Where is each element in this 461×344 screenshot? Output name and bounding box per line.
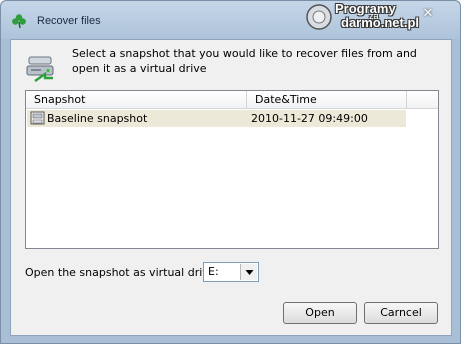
watermark-text-1: Programy xyxy=(335,1,396,16)
dropdown-button[interactable] xyxy=(240,264,257,280)
recover-files-window: Recover files Programy za darmo.net.pl ✕… xyxy=(0,0,461,344)
snapshot-list[interactable]: Snapshot Date&Time Baseline snapshot 201… xyxy=(25,90,439,249)
column-header-filler xyxy=(407,91,438,109)
close-button[interactable]: ✕ xyxy=(419,7,437,21)
snapshot-drive-icon xyxy=(30,111,45,125)
drive-recover-icon xyxy=(26,56,54,82)
column-header-datetime[interactable]: Date&Time xyxy=(247,91,407,109)
drive-select[interactable]: E: xyxy=(203,262,259,282)
row-datetime: 2010-11-27 09:49:00 xyxy=(251,112,368,125)
drive-label: Open the snapshot as virtual drive: xyxy=(25,266,220,279)
dialog-body: Select a snapshot that you would like to… xyxy=(10,39,452,336)
watermark-logo-icon xyxy=(306,4,332,30)
open-button[interactable]: Open xyxy=(283,302,357,324)
row-snapshot-name: Baseline snapshot xyxy=(47,112,148,125)
title-bar: Recover files Programy za darmo.net.pl ✕ xyxy=(1,1,460,39)
watermark: Programy za darmo.net.pl xyxy=(303,1,461,35)
cancel-button[interactable]: Carncel xyxy=(364,302,438,324)
watermark-text-3: darmo.net.pl xyxy=(341,15,420,30)
window-title: Recover files xyxy=(37,15,101,27)
triangle-down-icon xyxy=(245,270,254,275)
clover-icon xyxy=(12,14,26,29)
drive-value: E: xyxy=(208,265,219,278)
column-header-snapshot[interactable]: Snapshot xyxy=(26,91,247,109)
instruction-text: Select a snapshot that you would like to… xyxy=(72,47,417,75)
list-header: Snapshot Date&Time xyxy=(26,91,438,109)
table-row[interactable]: Baseline snapshot 2010-11-27 09:49:00 xyxy=(27,110,406,127)
